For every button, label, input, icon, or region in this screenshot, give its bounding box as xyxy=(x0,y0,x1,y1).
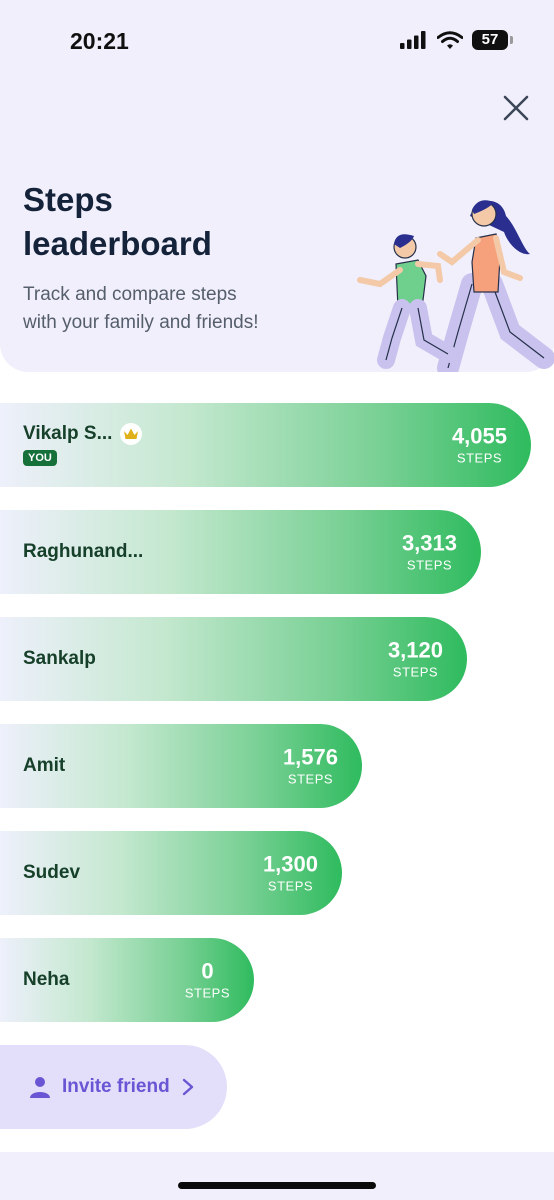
page-title: Steps leaderboard xyxy=(23,178,323,266)
leaderboard-row[interactable]: Raghunand... 3,313 STEPS xyxy=(0,510,481,594)
close-icon[interactable] xyxy=(498,90,534,126)
steps-value: 4,055 xyxy=(451,423,507,449)
wifi-icon xyxy=(437,30,463,49)
home-area xyxy=(0,1152,554,1200)
leaderboard-row[interactable]: Amit 1,576 STEPS xyxy=(0,724,362,808)
steps-value: 3,313 xyxy=(401,530,457,556)
steps-count: 0 STEPS xyxy=(185,959,230,1002)
member-name-block: Vikalp S... YOU xyxy=(23,423,143,467)
member-name: Sankalp xyxy=(23,648,96,669)
steps-count: 3,313 STEPS xyxy=(402,531,457,574)
member-name: Amit xyxy=(23,755,66,776)
leaderboard-row[interactable]: Neha 0 STEPS xyxy=(0,938,254,1022)
title-line-2: leaderboard xyxy=(23,225,212,262)
member-name: Sudev xyxy=(23,862,81,883)
cellular-signal-icon xyxy=(400,31,426,49)
steps-value: 1,300 xyxy=(262,851,318,877)
you-badge: YOU xyxy=(23,450,57,466)
title-line-1: Steps xyxy=(23,181,113,218)
person-icon xyxy=(30,1077,50,1098)
steps-value: 3,120 xyxy=(387,637,443,663)
status-icons: 57 xyxy=(400,30,513,50)
steps-value: 0 xyxy=(201,958,214,984)
steps-count: 3,120 STEPS xyxy=(388,638,443,681)
leaderboard-row[interactable]: Sudev 1,300 STEPS xyxy=(0,831,342,915)
battery-icon: 57 xyxy=(472,30,513,50)
steps-unit: STEPS xyxy=(456,450,503,466)
invite-friend-label: Invite friend xyxy=(62,1076,170,1097)
steps-unit: STEPS xyxy=(406,557,453,573)
header-panel: 20:21 57 Steps leaderboard Track and com xyxy=(0,0,554,372)
status-bar: 20:21 57 xyxy=(0,0,554,80)
member-name: Vikalp S... xyxy=(23,423,113,444)
status-time: 20:21 xyxy=(70,28,129,54)
battery-level: 57 xyxy=(481,31,499,48)
steps-unit: STEPS xyxy=(184,985,230,1001)
subtitle-line-1: Track and compare steps xyxy=(23,284,237,305)
steps-value: 1,576 xyxy=(282,744,338,770)
leaderboard-row[interactable]: Vikalp S... YOU 4,055 STEPS xyxy=(0,403,531,487)
member-name: Neha xyxy=(23,969,70,990)
steps-unit: STEPS xyxy=(287,771,334,787)
invite-friend-button[interactable]: Invite friend xyxy=(0,1045,227,1129)
steps-count: 1,300 STEPS xyxy=(263,852,318,895)
runners-illustration xyxy=(357,200,554,372)
steps-unit: STEPS xyxy=(392,664,439,680)
subtitle-line-2: with your family and friends! xyxy=(23,312,259,333)
crown-icon xyxy=(120,423,143,445)
steps-count: 4,055 STEPS xyxy=(452,424,507,467)
chevron-right-icon xyxy=(182,1078,194,1096)
steps-count: 1,576 STEPS xyxy=(283,745,338,788)
leaderboard-row[interactable]: Sankalp 3,120 STEPS xyxy=(0,617,467,701)
home-indicator[interactable] xyxy=(178,1182,376,1189)
steps-unit: STEPS xyxy=(267,878,314,894)
member-name: Raghunand... xyxy=(23,541,144,562)
page-subtitle: Track and compare steps with your family… xyxy=(23,281,323,337)
